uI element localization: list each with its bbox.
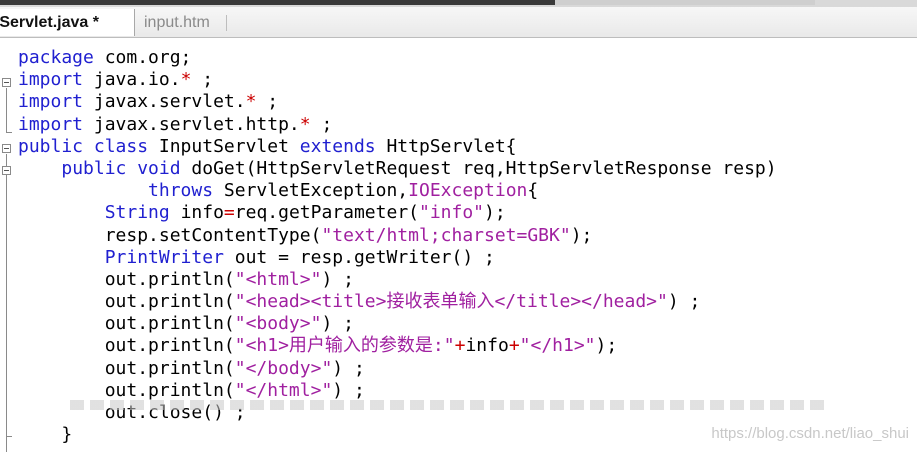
fold-toggle-imports-icon[interactable] [2, 78, 11, 87]
code-token: javax.servlet.http. [83, 113, 300, 135]
code-token: out.println( [18, 268, 235, 290]
code-line: PrintWriter out = resp.getWriter() ; [18, 247, 777, 269]
code-token: out = resp.getWriter() ; [223, 246, 495, 268]
code-token: { [527, 180, 539, 202]
code-token: ) ; [332, 379, 365, 401]
code-token: "text/html;charset=GBK" [321, 224, 571, 246]
code-token: public void [61, 157, 181, 179]
code-token: throws [148, 180, 214, 202]
code-line: out.println("</body>") ; [18, 358, 777, 380]
code-token: = [223, 202, 235, 224]
code-token: * [245, 91, 257, 113]
code-line: import javax.servlet.* ; [18, 91, 777, 113]
code-line: } [18, 424, 777, 446]
code-token: java.io. [83, 69, 181, 91]
fold-guide-end [6, 436, 12, 437]
code-token: import [18, 113, 84, 135]
fold-toggle-method-icon[interactable] [2, 166, 11, 175]
code-token: doGet(HttpServletRequest req,HttpServlet… [180, 157, 777, 179]
code-token: package [18, 47, 94, 68]
code-token: "<body>" [234, 313, 322, 335]
code-line: out.println("</html>") ; [18, 380, 777, 402]
fold-guide-line [6, 88, 7, 132]
code-editor[interactable]: package com.org; import java.io.* ; import… [0, 44, 917, 452]
code-line: out.println("<body>") ; [18, 313, 777, 335]
tab-input-htm[interactable]: input.htm [138, 9, 216, 36]
code-token: HttpServlet{ [375, 135, 517, 157]
code-line: import javax.servlet.http.* ; [18, 114, 777, 136]
code-token: * [299, 113, 311, 135]
code-token: ; [310, 113, 333, 135]
source-code[interactable]: package com.org; import java.io.* ; import… [18, 47, 777, 446]
code-line: throws ServletException,IOException{ [18, 180, 777, 202]
code-token: import [18, 91, 84, 113]
code-token: "</h1>" [519, 335, 596, 357]
code-token: "<html>" [234, 268, 322, 290]
code-line: import java.io.* ; [18, 69, 777, 91]
code-token: info [465, 335, 509, 357]
code-token: out.println( [18, 291, 235, 313]
code-token: ); [570, 224, 593, 246]
code-token: "info" [419, 202, 485, 224]
code-line: out.println("<html>") ; [18, 269, 777, 291]
code-token: "<head><title>接收表单输入</title></head>" [234, 291, 668, 313]
tab-separator [226, 15, 227, 31]
code-line: public void doGet(HttpServletRequest req… [18, 157, 777, 180]
code-line: out.println("<h1>用户输入的参数是:"+info+"</h1>"… [18, 335, 777, 357]
code-line: public class InputServlet extends HttpSe… [18, 136, 777, 158]
fold-guide-end [6, 132, 12, 133]
code-token: out.println( [18, 335, 235, 357]
fold-gutter [0, 44, 14, 452]
code-line: package com.org; [18, 47, 777, 69]
code-token: * [180, 69, 192, 91]
code-token: ) ; [667, 291, 701, 313]
tab-inputservlet-java[interactable]: tServlet.java * [0, 9, 135, 36]
code-token: javax.servlet. [83, 91, 246, 113]
code-token: ) ; [321, 313, 354, 335]
code-token: } [18, 424, 73, 446]
title-bar-strip [0, 0, 917, 7]
partially-hidden-code-line [70, 400, 830, 410]
title-bar-light [555, 0, 815, 5]
code-token: IOException [408, 180, 528, 202]
fold-guide-line [6, 176, 7, 436]
code-token: import [18, 69, 84, 91]
code-token: "<h1>用户输入的参数是:" [234, 335, 455, 357]
code-token: public class [18, 135, 149, 157]
title-bar-dark [0, 0, 640, 5]
code-token: out.println( [18, 313, 235, 335]
code-token: out.println( [18, 357, 235, 379]
code-line: out.println("<head><title>接收表单输入</title>… [18, 291, 777, 313]
code-token: com.org; [93, 47, 192, 68]
code-token: String [104, 202, 170, 224]
code-line: resp.setContentType("text/html;charset=G… [18, 225, 777, 247]
editor-window: tServlet.java * input.htm package com.or… [0, 0, 917, 452]
code-token: ); [595, 335, 618, 357]
code-token: out.println( [18, 379, 235, 401]
code-token: req.getParameter( [234, 202, 419, 224]
code-token: ) ; [321, 268, 354, 290]
code-token: + [508, 335, 520, 357]
code-token: ; [256, 91, 279, 113]
fold-toggle-class-icon[interactable] [2, 144, 11, 153]
code-token: extends [299, 135, 376, 157]
tab-bar: tServlet.java * input.htm [0, 7, 917, 38]
code-token: info [169, 202, 224, 224]
code-token: PrintWriter [104, 246, 224, 268]
code-token: ; [191, 69, 214, 91]
watermark: https://blog.csdn.net/liao_shui [711, 425, 909, 442]
code-token: ) ; [332, 357, 365, 379]
code-token: resp.setContentType( [18, 224, 322, 246]
code-token: ServletException, [213, 180, 409, 202]
code-token: + [454, 335, 466, 357]
code-token: "</body>" [234, 357, 333, 379]
code-line: String info=req.getParameter("info"); [18, 202, 777, 224]
code-token: "</html>" [234, 379, 333, 401]
code-token: InputServlet [148, 135, 300, 157]
code-token: ); [484, 202, 506, 224]
